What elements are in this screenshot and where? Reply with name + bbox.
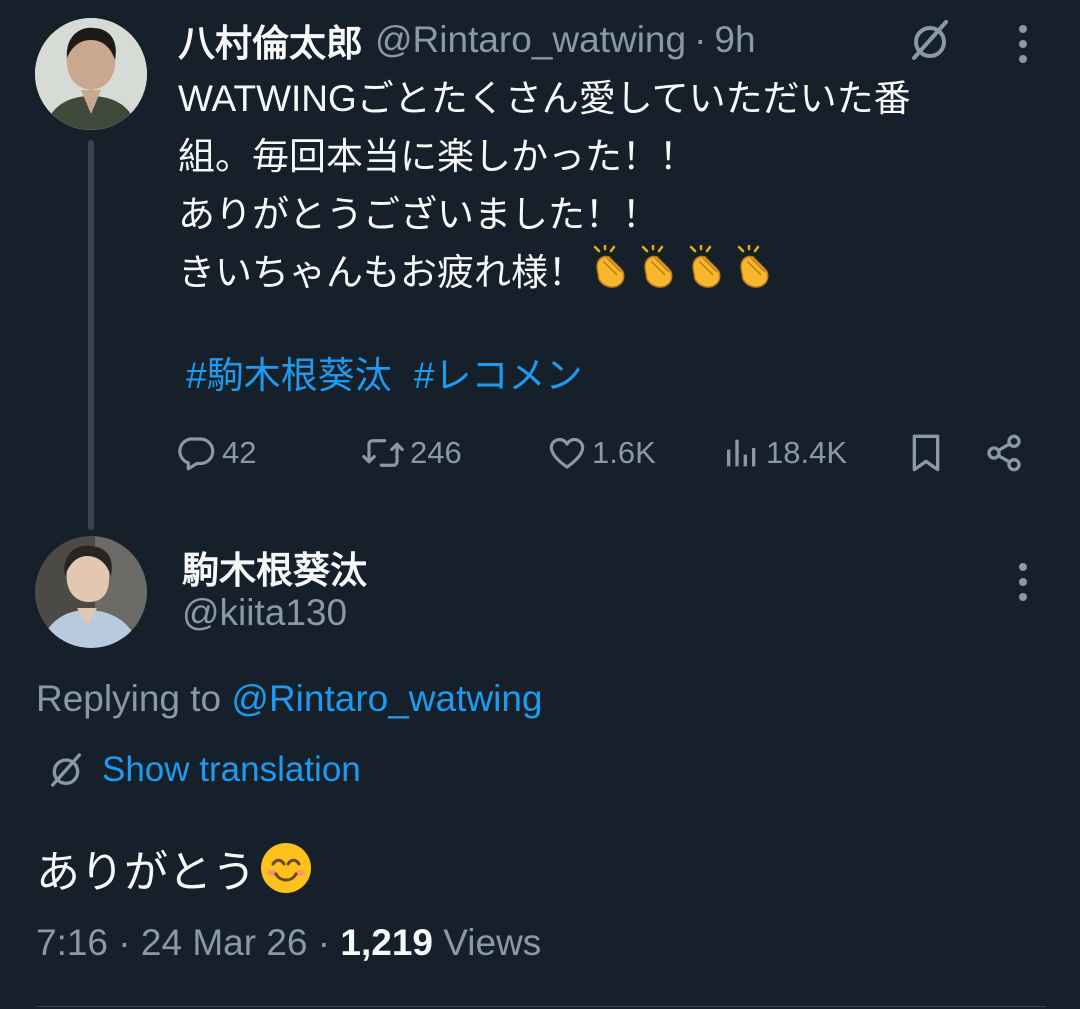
tweet1-action-bar: 42 246 1.6K 18.4K [0,428,1080,478]
reply-text: ありがとう [36,848,256,897]
tweet1-text: WATWINGごとたくさん愛していただいた番 組。毎回本当に楽しかった！！ あり… [178,78,911,293]
tweet-thread-page: 八村倫太郎 @Rintaro_watwing · 9h WATWINGごとたくさ… [0,0,1080,1009]
clapping-hands-icon [637,243,681,306]
repost-icon [362,439,404,467]
separator-dot: · [118,922,131,963]
hashtag-link[interactable]: #駒木根葵汰 [186,355,392,396]
heart-icon [549,437,585,469]
tweet1-body: WATWINGごとたくさん愛していただいた番 組。毎回本当に楽しかった！！ あり… [178,70,1008,306]
reply-icon [178,437,215,471]
grok-icon[interactable] [906,16,954,64]
grok-icon [51,753,82,787]
show-translation-label: Show translation [102,750,361,789]
bookmark-button[interactable] [906,428,950,478]
reply-time[interactable]: 7:16 [36,922,108,963]
reply-author-handle[interactable]: @kiita130 [182,592,347,634]
avatar-rintaro[interactable] [35,18,147,130]
like-count: 1.6K [592,435,656,470]
avatar-kiita[interactable] [35,536,147,648]
more-options-icon[interactable] [1010,22,1036,66]
tweet1-header: 八村倫太郎 @Rintaro_watwing · 9h [178,12,756,68]
clapping-hands-icon [733,243,777,306]
reply-views-label: Views [443,922,542,963]
clapping-emoji-group [589,243,777,306]
clapping-hands-icon [589,243,633,306]
divider [36,1006,1046,1007]
replying-to-label: Replying to [36,678,232,719]
reply-date[interactable]: 24 Mar 26 [141,922,308,963]
smiling-face-icon [261,843,311,893]
tweet-time[interactable]: 9h [714,19,755,61]
views-button[interactable]: 18.4K [722,428,847,478]
separator-dot: · [317,922,331,963]
repost-button[interactable]: 246 [360,428,462,478]
reply-views-count[interactable]: 1,219 [340,922,433,963]
separator-dot: · [694,19,707,60]
replying-to-link[interactable]: @Rintaro_watwing [231,678,542,719]
more-options-icon[interactable] [1010,560,1036,604]
analytics-icon [727,439,756,467]
hashtag-link[interactable]: #レコメン [414,355,583,396]
reply-body: ありがとう [36,836,314,900]
reply-count: 42 [222,435,257,470]
author-handle[interactable]: @Rintaro_watwing [375,19,686,61]
reply-metadata: 7:16 · 24 Mar 26 · 1,219 Views [36,922,541,964]
share-button[interactable] [984,428,1028,478]
clapping-hands-icon [685,243,729,306]
author-name[interactable]: 八村倫太郎 [178,13,363,67]
repost-count: 246 [410,435,462,470]
reply-button[interactable]: 42 [176,428,256,478]
show-translation-button[interactable]: Show translation [46,750,361,790]
replying-to-line: Replying to @Rintaro_watwing [36,678,542,720]
like-button[interactable]: 1.6K [546,428,656,478]
reply-author-name[interactable]: 駒木根葵汰 [182,540,367,594]
hashtag-list: #駒木根葵汰 #レコメン [186,348,594,404]
bookmark-icon [912,434,940,472]
share-icon [987,434,1021,472]
views-count: 18.4K [766,435,848,470]
